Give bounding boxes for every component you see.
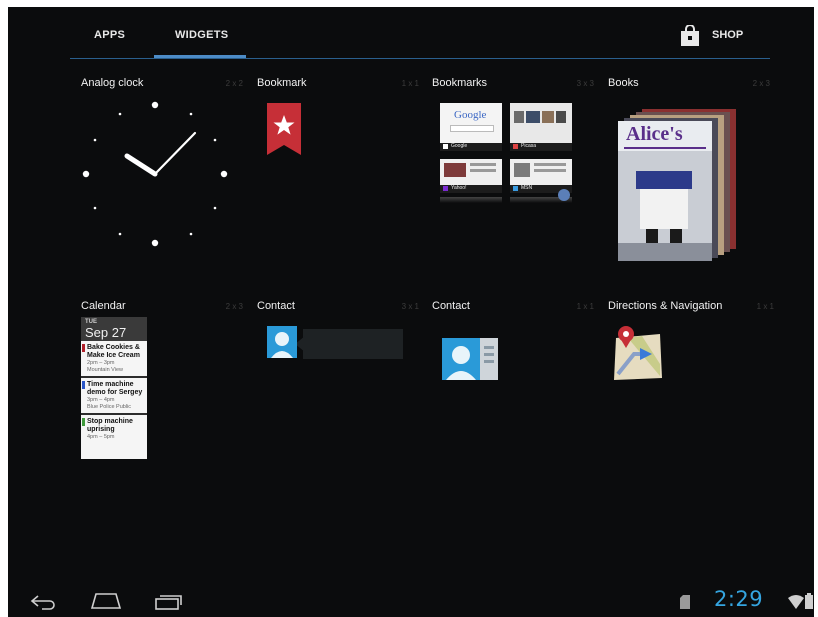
widget-contact-1x1[interactable]: Contact 1 x 1 bbox=[432, 300, 602, 510]
tab-widgets[interactable]: WIDGETS bbox=[175, 29, 228, 41]
tab-divider bbox=[70, 58, 770, 59]
bookmark-label: Yahoo! bbox=[451, 185, 467, 191]
google-logo: Google bbox=[454, 109, 487, 121]
bookmark-ribbon-icon bbox=[267, 103, 301, 155]
widget-size: 1 x 1 bbox=[756, 302, 774, 311]
widget-size: 2 x 2 bbox=[225, 79, 243, 88]
bookmark-thumb bbox=[510, 103, 572, 143]
calendar-event: Bake Cookies & Make Ice Cream 2pm – 3pm … bbox=[81, 341, 147, 378]
calendar-preview: TUE Sep 27 Bake Cookies & Make Ice Cream… bbox=[81, 317, 147, 459]
shop-button[interactable]: SHOP bbox=[676, 21, 758, 51]
widget-title: Calendar bbox=[81, 300, 126, 312]
widget-calendar[interactable]: Calendar 2 x 3 TUE Sep 27 Bake Cookies &… bbox=[81, 300, 251, 510]
widget-title: Contact bbox=[432, 300, 470, 312]
calendar-event: Stop machine uprising 4pm – 5pm bbox=[81, 415, 147, 443]
book-cover: Alice's bbox=[618, 121, 712, 261]
globe-icon bbox=[558, 189, 570, 201]
sd-card-icon bbox=[680, 595, 690, 609]
widget-title: Bookmark bbox=[257, 77, 307, 89]
navigation-map-icon bbox=[614, 326, 662, 380]
tab-bar: APPS WIDGETS SHOP bbox=[8, 7, 814, 61]
calendar-date: Sep 27 bbox=[85, 325, 127, 340]
contact-strip-preview bbox=[267, 326, 407, 362]
bookmark-thumb bbox=[440, 159, 502, 185]
calendar-event: Time machine demo for Sergey 3pm – 4pm B… bbox=[81, 378, 147, 415]
tab-apps[interactable]: APPS bbox=[94, 29, 125, 41]
bookmark-label: Google bbox=[451, 143, 468, 149]
bookmarks-grid-preview: Google Google Picasa Yahoo! MSN bbox=[440, 103, 574, 213]
widget-size: 3 x 1 bbox=[401, 302, 419, 311]
analog-clock-preview bbox=[82, 101, 228, 247]
widget-analog-clock[interactable]: Analog clock 2 x 2 bbox=[81, 77, 251, 287]
widget-books[interactable]: Books 2 x 3 Alice's bbox=[608, 77, 778, 287]
widget-size: 2 x 3 bbox=[752, 79, 770, 88]
widget-bookmarks[interactable]: Bookmarks 3 x 3 Google Google Picasa Yah… bbox=[432, 77, 602, 287]
widget-directions-navigation[interactable]: Directions & Navigation 1 x 1 bbox=[608, 300, 778, 510]
widget-bookmark[interactable]: Bookmark 1 x 1 bbox=[257, 77, 427, 287]
widget-title: Books bbox=[608, 77, 639, 89]
widget-title: Directions & Navigation bbox=[608, 300, 723, 312]
home-icon[interactable] bbox=[90, 592, 122, 610]
recent-apps-icon[interactable] bbox=[154, 593, 184, 611]
widget-size: 3 x 3 bbox=[576, 79, 594, 88]
book-title: Alice's bbox=[626, 123, 683, 145]
widget-title: Bookmarks bbox=[432, 77, 488, 89]
bookmark-thumb bbox=[510, 159, 572, 185]
wifi-icon bbox=[788, 595, 804, 609]
bookmark-label: Picasa bbox=[521, 143, 537, 149]
widget-size: 2 x 3 bbox=[225, 302, 243, 311]
widget-size: 1 x 1 bbox=[401, 79, 419, 88]
bookmark-label: MSN bbox=[521, 185, 533, 191]
battery-icon bbox=[805, 593, 813, 609]
contact-card-icon bbox=[442, 338, 498, 380]
launcher-screen: APPS WIDGETS SHOP Analog clock 2 x 2 Boo… bbox=[8, 7, 814, 617]
widget-title: Contact bbox=[257, 300, 295, 312]
contact-avatar-icon bbox=[267, 326, 297, 358]
widget-contact-3x1[interactable]: Contact 3 x 1 bbox=[257, 300, 427, 510]
shop-label: SHOP bbox=[712, 29, 744, 41]
widget-size: 1 x 1 bbox=[576, 302, 594, 311]
books-stack-preview: Alice's bbox=[618, 109, 738, 261]
widget-title: Analog clock bbox=[81, 77, 144, 89]
bookmark-thumb: Google bbox=[440, 103, 502, 143]
shop-bag-icon bbox=[681, 25, 699, 46]
back-icon[interactable] bbox=[30, 594, 56, 610]
status-clock: 2:29 bbox=[714, 587, 764, 611]
